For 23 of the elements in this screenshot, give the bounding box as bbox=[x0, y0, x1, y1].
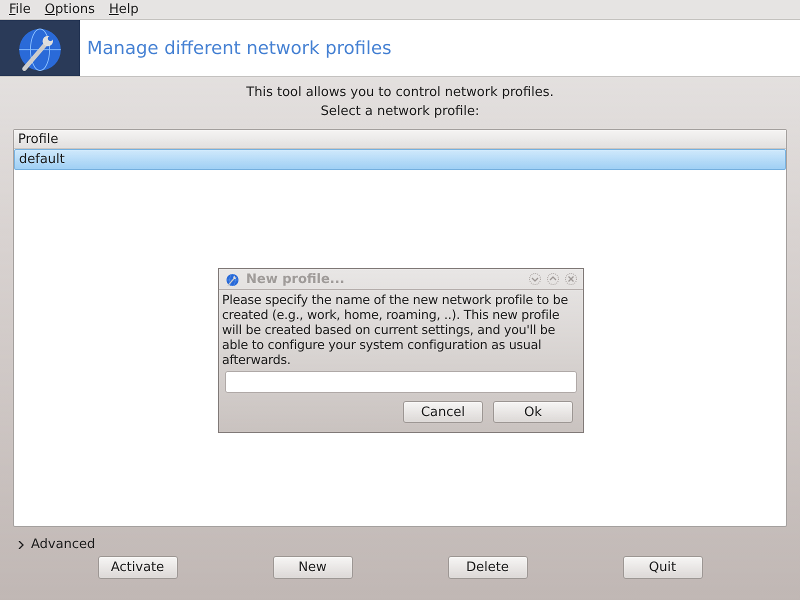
dialog-button[interactable]: Cancel bbox=[403, 401, 483, 423]
profile-name-field[interactable] bbox=[225, 371, 577, 393]
menu-item[interactable]: File bbox=[2, 2, 38, 17]
intro-text: This tool allows you to control network profiles. bbox=[246, 85, 554, 100]
table-row[interactable]: default bbox=[14, 149, 786, 170]
dialog-button[interactable]: Ok bbox=[493, 401, 573, 423]
column-header[interactable]: Profile bbox=[14, 130, 786, 149]
dialog-title: New profile... bbox=[246, 272, 346, 286]
action-button[interactable]: Delete bbox=[448, 556, 528, 579]
menu-item[interactable]: Options bbox=[38, 2, 102, 17]
action-button[interactable]: Activate bbox=[98, 556, 178, 579]
globe-wrench-icon bbox=[225, 272, 240, 286]
close-icon[interactable] bbox=[565, 273, 577, 285]
chevron-icon[interactable] bbox=[17, 540, 25, 548]
advanced-label[interactable]: Advanced bbox=[31, 537, 96, 552]
intro-text: Select a network profile: bbox=[320, 104, 480, 119]
maximize-icon[interactable] bbox=[547, 273, 559, 285]
dialog-message: Please specify the name of the new network profile to be created (e.g., work, home, roaming, ..). This new profile will be created based on current settings, and you'll be able to configure your system configuration as usual afterwards. bbox=[221, 291, 569, 367]
action-button[interactable]: Quit bbox=[622, 556, 702, 579]
menu-item[interactable]: Help bbox=[102, 2, 146, 17]
minimize-icon[interactable] bbox=[529, 273, 541, 285]
action-button[interactable]: New bbox=[272, 556, 352, 579]
page-title: Manage different network profiles bbox=[86, 36, 392, 60]
